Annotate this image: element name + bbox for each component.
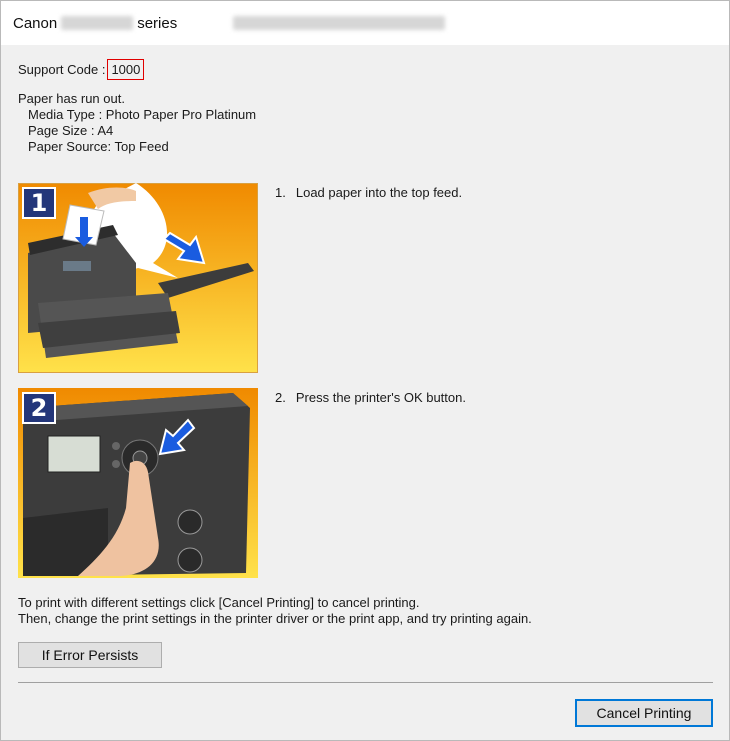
step-2-instruction: Press the printer's OK button. <box>295 390 466 405</box>
support-code-label: Support Code : <box>18 61 106 77</box>
title-bar: Canon series <box>1 1 729 45</box>
step-2-number-value: 2 <box>275 390 283 405</box>
error-message: Paper has run out. Media Type : Photo Pa… <box>18 91 718 155</box>
step-1-badge: 1 <box>22 187 56 219</box>
step-1-number-value: 1 <box>275 185 283 200</box>
step-1-number: 1. <box>275 185 286 200</box>
error-dialog-window: Canon series Support Code : 1000 Paper h… <box>0 0 730 741</box>
error-headline: Paper has run out. <box>18 91 125 106</box>
detail-page-size: Page Size : A4 <box>28 123 114 138</box>
dialog-content: Support Code : 1000 Paper has run out. M… <box>18 57 718 155</box>
if-error-persists-button[interactable]: If Error Persists <box>18 642 162 668</box>
footer-instructions: To print with different settings click [… <box>18 595 532 627</box>
support-code-row: Support Code : 1000 <box>18 57 718 81</box>
footer-line-2: Then, change the print settings in the p… <box>18 611 532 626</box>
title-model-redacted <box>61 16 134 30</box>
title-series: series <box>137 14 178 32</box>
detail-paper-source: Paper Source: Top Feed <box>28 139 169 154</box>
step-1-instruction: Load paper into the top feed. <box>295 185 463 200</box>
step-1-text-row: 1. Load paper into the top feed. <box>275 185 462 200</box>
support-code-value: 1000 <box>107 58 145 80</box>
footer-line-1: To print with different settings click [… <box>18 595 420 610</box>
cancel-printing-button[interactable]: Cancel Printing <box>575 699 713 727</box>
detail-media-type: Media Type : Photo Paper Pro Platinum <box>28 107 257 122</box>
title-brand: Canon <box>13 14 58 32</box>
step-1-illustration: 1 <box>18 183 258 373</box>
step-2-number: 2. <box>275 390 286 405</box>
step-1: 1 1. Load paper into the top feed. <box>18 183 718 373</box>
divider <box>18 682 713 683</box>
step-2-text-row: 2. Press the printer's OK button. <box>275 390 466 405</box>
step-2: 2 2. Press the printer's OK button. <box>18 388 718 578</box>
step-2-badge: 2 <box>22 392 56 424</box>
step-2-illustration: 2 <box>18 388 258 578</box>
title-extra-redacted <box>233 16 446 30</box>
